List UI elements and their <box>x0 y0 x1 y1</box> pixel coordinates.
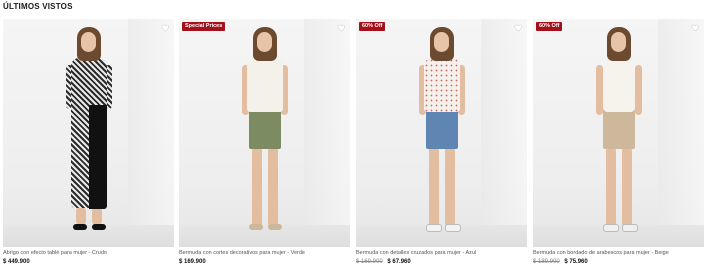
product-prices: $ 169.900 <box>179 259 206 265</box>
heart-icon[interactable] <box>514 23 523 32</box>
product-card[interactable]: 60% Off Bermuda con bordado de arabescos… <box>533 19 704 270</box>
product-prices: $ 189.900 $ 75.960 <box>533 259 588 265</box>
product-image[interactable] <box>533 19 704 247</box>
section-title: ÚLTIMOS VISTOS <box>3 2 73 11</box>
background-wall <box>128 19 174 247</box>
product-card[interactable]: 60% Off Bermuda con detalles cruzados pa… <box>356 19 527 270</box>
product-name[interactable]: Bermuda con detalles cruzados para mujer… <box>356 250 527 256</box>
background-wall <box>304 19 350 247</box>
discount-badge: 60% Off <box>359 22 386 31</box>
promo-badge: Special Prices <box>182 22 226 31</box>
model-figure <box>402 25 482 239</box>
product-name[interactable]: Bermuda con cortes decorativos para muje… <box>179 250 350 256</box>
product-image[interactable] <box>3 19 174 247</box>
product-image[interactable] <box>179 19 350 247</box>
current-price: $ 75.960 <box>564 259 588 265</box>
product-name[interactable]: Abrigo con efecto tablé para mujer - Cru… <box>3 250 174 256</box>
recently-viewed-grid: Abrigo con efecto tablé para mujer - Cru… <box>3 19 704 270</box>
model-figure <box>225 25 305 239</box>
product-image[interactable] <box>356 19 527 247</box>
background-wall <box>481 19 527 247</box>
heart-icon[interactable] <box>691 23 700 32</box>
product-name[interactable]: Bermuda con bordado de arabescos para mu… <box>533 250 704 256</box>
product-card[interactable]: Abrigo con efecto tablé para mujer - Cru… <box>3 19 174 270</box>
original-price: $ 169.900 <box>356 259 383 265</box>
current-price: $ 67.960 <box>387 259 411 265</box>
original-price: $ 189.900 <box>533 259 560 265</box>
heart-icon[interactable] <box>161 23 170 32</box>
product-card[interactable]: Special Prices Bermuda con cortes decora… <box>179 19 350 270</box>
current-price: $ 449.900 <box>3 259 30 265</box>
product-prices: $ 169.900 $ 67.960 <box>356 259 411 265</box>
current-price: $ 169.900 <box>179 259 206 265</box>
discount-badge: 60% Off <box>536 22 563 31</box>
model-figure <box>579 25 659 239</box>
background-wall <box>658 19 704 247</box>
product-prices: $ 449.900 <box>3 259 30 265</box>
model-figure <box>49 25 129 239</box>
heart-icon[interactable] <box>337 23 346 32</box>
